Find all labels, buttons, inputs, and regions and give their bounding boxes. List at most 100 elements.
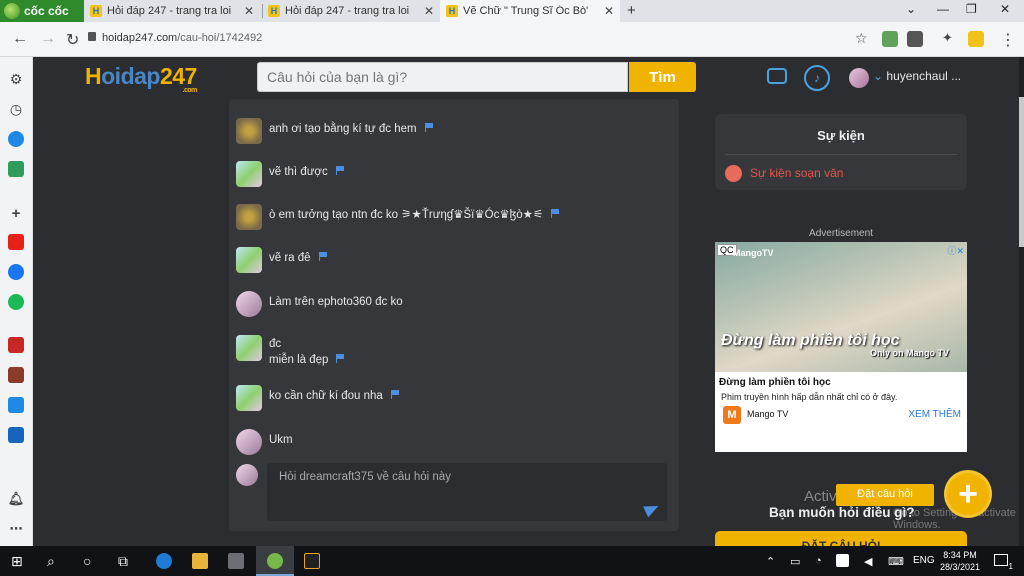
tab-search-icon[interactable]: ⌄ xyxy=(906,2,916,16)
game-app-icon[interactable] xyxy=(8,367,24,383)
clock-time: 8:34 PM xyxy=(943,550,977,560)
back-icon[interactable]: ← xyxy=(12,30,28,48)
promo-icon[interactable] xyxy=(8,427,24,443)
tiki-icon[interactable] xyxy=(8,397,24,413)
extensions-puzzle-icon[interactable]: ✦ xyxy=(942,30,953,46)
commenter-avatar[interactable] xyxy=(236,335,262,361)
user-avatar[interactable] xyxy=(849,68,869,88)
add-icon[interactable]: + xyxy=(8,205,24,222)
username[interactable]: ⌄ huyenchaul ... xyxy=(873,69,961,83)
new-tab-icon[interactable]: + xyxy=(627,2,636,19)
report-flag-icon[interactable] xyxy=(336,354,345,363)
history-icon[interactable]: ◷ xyxy=(8,101,24,117)
close-tab-icon[interactable]: ✕ xyxy=(424,4,434,18)
cortana-icon[interactable]: ○ xyxy=(83,553,91,569)
tray-app-icon[interactable] xyxy=(836,554,849,567)
more-icon[interactable]: ⋯ xyxy=(8,521,24,537)
search-input[interactable] xyxy=(257,62,628,92)
minimize-icon[interactable]: — xyxy=(937,2,949,16)
commenter-avatar[interactable] xyxy=(236,204,262,230)
comment-body: Làm trên ephoto360 đc ko xyxy=(269,296,403,308)
forward-icon[interactable]: → xyxy=(40,30,56,48)
keyboard-icon[interactable]: ⌨ xyxy=(888,555,904,568)
windows-start-icon[interactable]: ⊞ xyxy=(11,553,23,570)
bell-icon[interactable]: ♪ xyxy=(804,65,830,91)
coccoc-taskbar-icon[interactable] xyxy=(267,553,283,569)
comment-text: ko cần chữ kí đou nha xyxy=(269,385,399,411)
url-domain: hoidap247.com xyxy=(102,32,178,44)
download-icon[interactable] xyxy=(907,31,923,47)
url-field[interactable]: hoidap247.com/cau-hoi/1742492 xyxy=(102,32,262,44)
commenter-avatar[interactable] xyxy=(236,385,262,411)
advertisement[interactable]: QC MangoTV ⓘ✕ Đừng làm phiền tôi học Onl… xyxy=(715,242,967,452)
menu-icon[interactable]: ⋮ xyxy=(1000,30,1016,50)
report-flag-icon[interactable] xyxy=(318,252,327,261)
tab-title: Hỏi đáp 247 - trang tra loi xyxy=(107,5,232,17)
youtube-icon[interactable] xyxy=(8,234,24,250)
chevron-up-icon[interactable]: ⌃ xyxy=(766,555,775,568)
edge-icon[interactable] xyxy=(156,553,172,569)
volume-icon[interactable]: ◀ xyxy=(864,555,872,568)
battery-icon[interactable]: ▭ xyxy=(790,555,800,568)
search-icon[interactable]: ⌕ xyxy=(47,553,55,570)
browser-tab-3-active[interactable]: H Vẽ Chữ " Trung Sĩ Óc Bò" để làm ✕ xyxy=(440,0,620,22)
report-flag-icon[interactable] xyxy=(551,209,560,218)
reload-icon[interactable]: ↻ xyxy=(66,30,79,50)
store-icon[interactable] xyxy=(228,553,244,569)
ad-close-icon[interactable]: ⓘ✕ xyxy=(947,244,964,257)
close-window-icon[interactable]: ✕ xyxy=(1000,2,1010,16)
task-view-icon[interactable]: ⧉ xyxy=(118,553,128,570)
reply-input[interactable]: Hỏi dreamcraft375 về câu hỏi này xyxy=(267,463,667,521)
spotify-icon[interactable] xyxy=(8,294,24,310)
event-link[interactable]: Sự kiện soạn văn xyxy=(750,166,843,180)
restore-icon[interactable]: ❐ xyxy=(966,2,977,16)
ime-indicator[interactable]: ENG xyxy=(913,555,935,566)
clock[interactable]: 8:34 PM 28/3/2021 xyxy=(940,549,980,573)
notification-bell-icon[interactable]: 🔔︎ xyxy=(8,491,25,507)
mango-logo-icon: M xyxy=(723,406,741,424)
extension-icon[interactable] xyxy=(882,31,898,47)
commenter-avatar[interactable] xyxy=(236,161,262,187)
site-logo[interactable]: Hoidap247 .com xyxy=(85,63,197,94)
windows-taskbar: ⊞ ⌕ ○ ⧉ ⌃ ▭ ◔ ◀ ⌨ ENG 8:34 PM 28/3/2021 … xyxy=(0,546,1024,576)
ad-cta-button[interactable]: XEM THÊM xyxy=(908,409,961,420)
scrollbar-thumb[interactable] xyxy=(1019,97,1024,247)
ad-brand: Mango TV xyxy=(747,409,789,419)
commenter-avatar[interactable] xyxy=(236,247,262,273)
file-explorer-icon[interactable] xyxy=(192,553,208,569)
comment-item: vẽ ra đê xyxy=(236,247,327,273)
browser-tab-1[interactable]: H Hỏi đáp 247 - trang tra loi ✕ xyxy=(84,0,260,22)
bookmark-star-icon[interactable]: ☆ xyxy=(855,30,868,47)
ask-question-fab[interactable]: + xyxy=(944,470,992,518)
page-scrollbar[interactable] xyxy=(1019,57,1024,546)
vtv-icon[interactable] xyxy=(8,337,24,353)
coccoc-menu-button[interactable]: cốc cốc xyxy=(0,0,84,22)
comment-body: Ukm xyxy=(269,434,293,446)
ask-question-button[interactable]: ĐẶT CÂU HỎI xyxy=(715,531,967,546)
messenger-icon[interactable] xyxy=(8,131,24,147)
browser-tab-2[interactable]: H Hỏi đáp 247 - trang tra loi ✕ xyxy=(262,0,440,22)
send-icon[interactable] xyxy=(643,500,661,518)
comment-body: anh ơi tạo bằng kí tự đc hem xyxy=(269,123,417,135)
settings-gear-icon[interactable]: ⚙ xyxy=(8,71,24,87)
close-tab-icon[interactable]: ✕ xyxy=(604,4,614,18)
ad-headline[interactable]: Đừng làm phiền tôi học xyxy=(719,377,831,388)
logo-h: H xyxy=(85,63,102,89)
my-avatar xyxy=(236,464,258,486)
wifi-icon[interactable]: ◔ xyxy=(815,555,822,567)
report-flag-icon[interactable] xyxy=(390,390,399,399)
commenter-avatar[interactable] xyxy=(236,429,262,455)
action-center-icon[interactable]: 1 xyxy=(994,554,1013,571)
chat-icon[interactable] xyxy=(767,68,787,84)
facebook-icon[interactable] xyxy=(8,264,24,280)
commenter-avatar[interactable] xyxy=(236,291,262,317)
search-button[interactable]: Tìm xyxy=(629,62,696,92)
game-icon[interactable] xyxy=(8,161,24,177)
app-taskbar-icon[interactable] xyxy=(304,553,320,569)
report-flag-icon[interactable] xyxy=(424,123,433,132)
extension-icon[interactable] xyxy=(968,31,984,47)
close-tab-icon[interactable]: ✕ xyxy=(244,4,254,18)
commenter-avatar[interactable] xyxy=(236,118,262,144)
report-flag-icon[interactable] xyxy=(335,166,344,175)
hoidap-favicon-icon: H xyxy=(90,5,102,17)
